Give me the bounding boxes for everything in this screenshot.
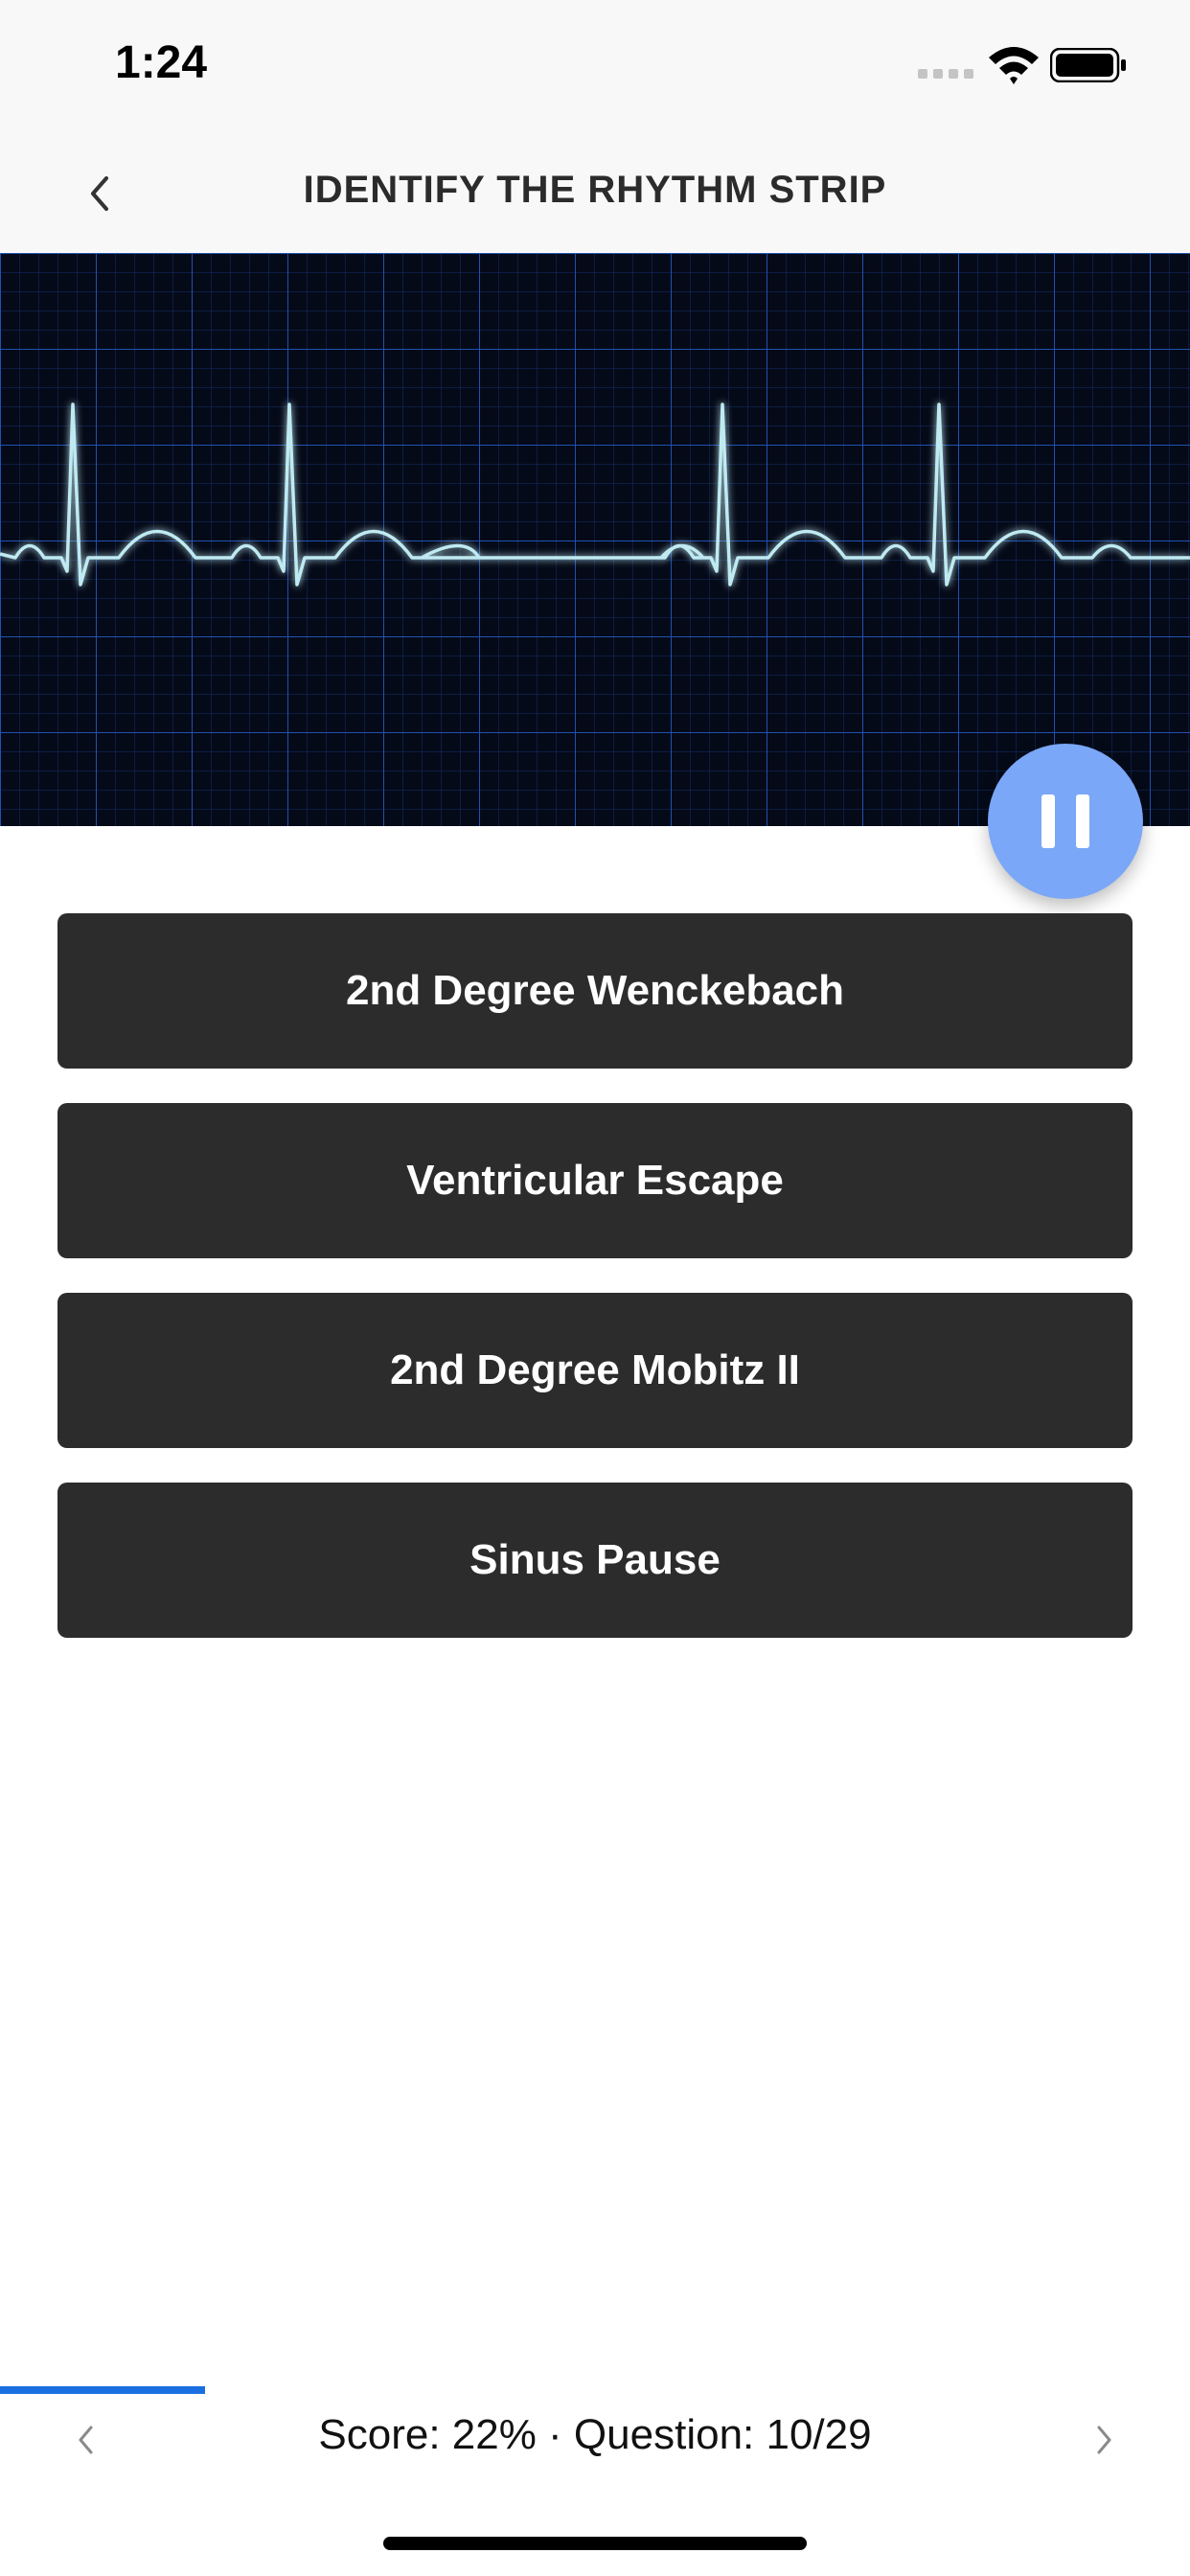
score-status: Score: 22% · Question: 10/29 [318,2411,872,2458]
pause-button[interactable] [988,744,1143,899]
pause-icon [1031,794,1100,848]
ecg-rhythm-strip [0,253,1190,826]
progress-fill [0,2386,206,2394]
answer-option-4[interactable]: Sinus Pause [57,1483,1133,1638]
battery-icon [1050,48,1126,82]
answer-option-1[interactable]: 2nd Degree Wenckebach [57,913,1133,1069]
wifi-icon [989,47,1039,84]
page-title: IDENTIFY THE RHYTHM STRIP [303,169,887,211]
answer-option-2[interactable]: Ventricular Escape [57,1103,1133,1258]
ecg-trace-image [0,253,1190,826]
answer-list: 2nd Degree Wenckebach Ventricular Escape… [57,913,1133,1672]
progress-bar [0,2386,1190,2394]
navigation-bar: IDENTIFY THE RHYTHM STRIP [0,134,1190,253]
bottom-bar: Score: 22% · Question: 10/29 [0,2394,1190,2480]
chevron-right-icon [1097,2426,1111,2454]
status-time: 1:24 [115,37,208,88]
home-indicator [383,2537,807,2550]
next-question-button[interactable] [1075,2411,1133,2469]
answer-option-3[interactable]: 2nd Degree Mobitz II [57,1293,1133,1448]
signal-icon [918,69,973,79]
status-bar: 1:24 [0,0,1190,134]
